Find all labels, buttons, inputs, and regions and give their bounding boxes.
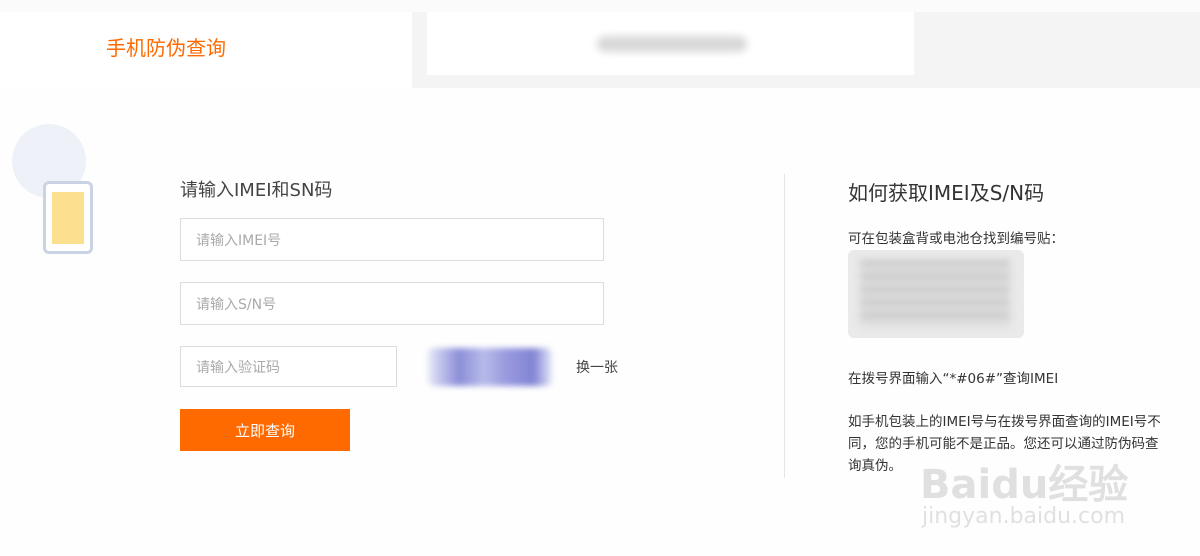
tab-bar: 手机防伪查询 <box>0 12 1200 88</box>
tab-secondary[interactable] <box>427 12 914 75</box>
form-title: 请输入IMEI和SN码 <box>180 180 333 201</box>
phone-screen <box>52 192 84 244</box>
captcha-image[interactable] <box>428 348 552 386</box>
sn-input[interactable]: 请输入S/N号 <box>180 282 604 325</box>
warning-text: 如手机包装上的IMEI号与在拨号界面查询的IMEI号不同，您的手机可能不是正品。… <box>848 414 1161 474</box>
blurred-sticker <box>860 260 1010 326</box>
imei-placeholder: 请输入IMEI号 <box>196 232 282 249</box>
refresh-captcha-link[interactable]: 换一张 <box>576 357 618 377</box>
blurred-tab-label <box>597 36 747 52</box>
label-sticker-image <box>848 250 1024 338</box>
phone-icon <box>43 181 93 254</box>
submit-button[interactable]: 立即查询 <box>180 409 350 451</box>
captcha-placeholder: 请输入验证码 <box>196 359 280 376</box>
captcha-input[interactable]: 请输入验证码 <box>180 346 397 387</box>
sn-placeholder: 请输入S/N号 <box>196 296 277 313</box>
dial-hint-text: 在拨号界面输入“*#06#”查询IMEI <box>848 371 1059 387</box>
imei-input[interactable]: 请输入IMEI号 <box>180 218 604 261</box>
divider <box>784 174 785 478</box>
tab-label: 手机防伪查询 <box>106 36 226 60</box>
tab-phone-verify[interactable]: 手机防伪查询 <box>0 12 412 88</box>
help-title: 如何获取IMEI及S/N码 <box>848 181 1045 205</box>
label-hint-text: 可在包装盒背或电池仓找到编号贴： <box>848 231 1064 247</box>
